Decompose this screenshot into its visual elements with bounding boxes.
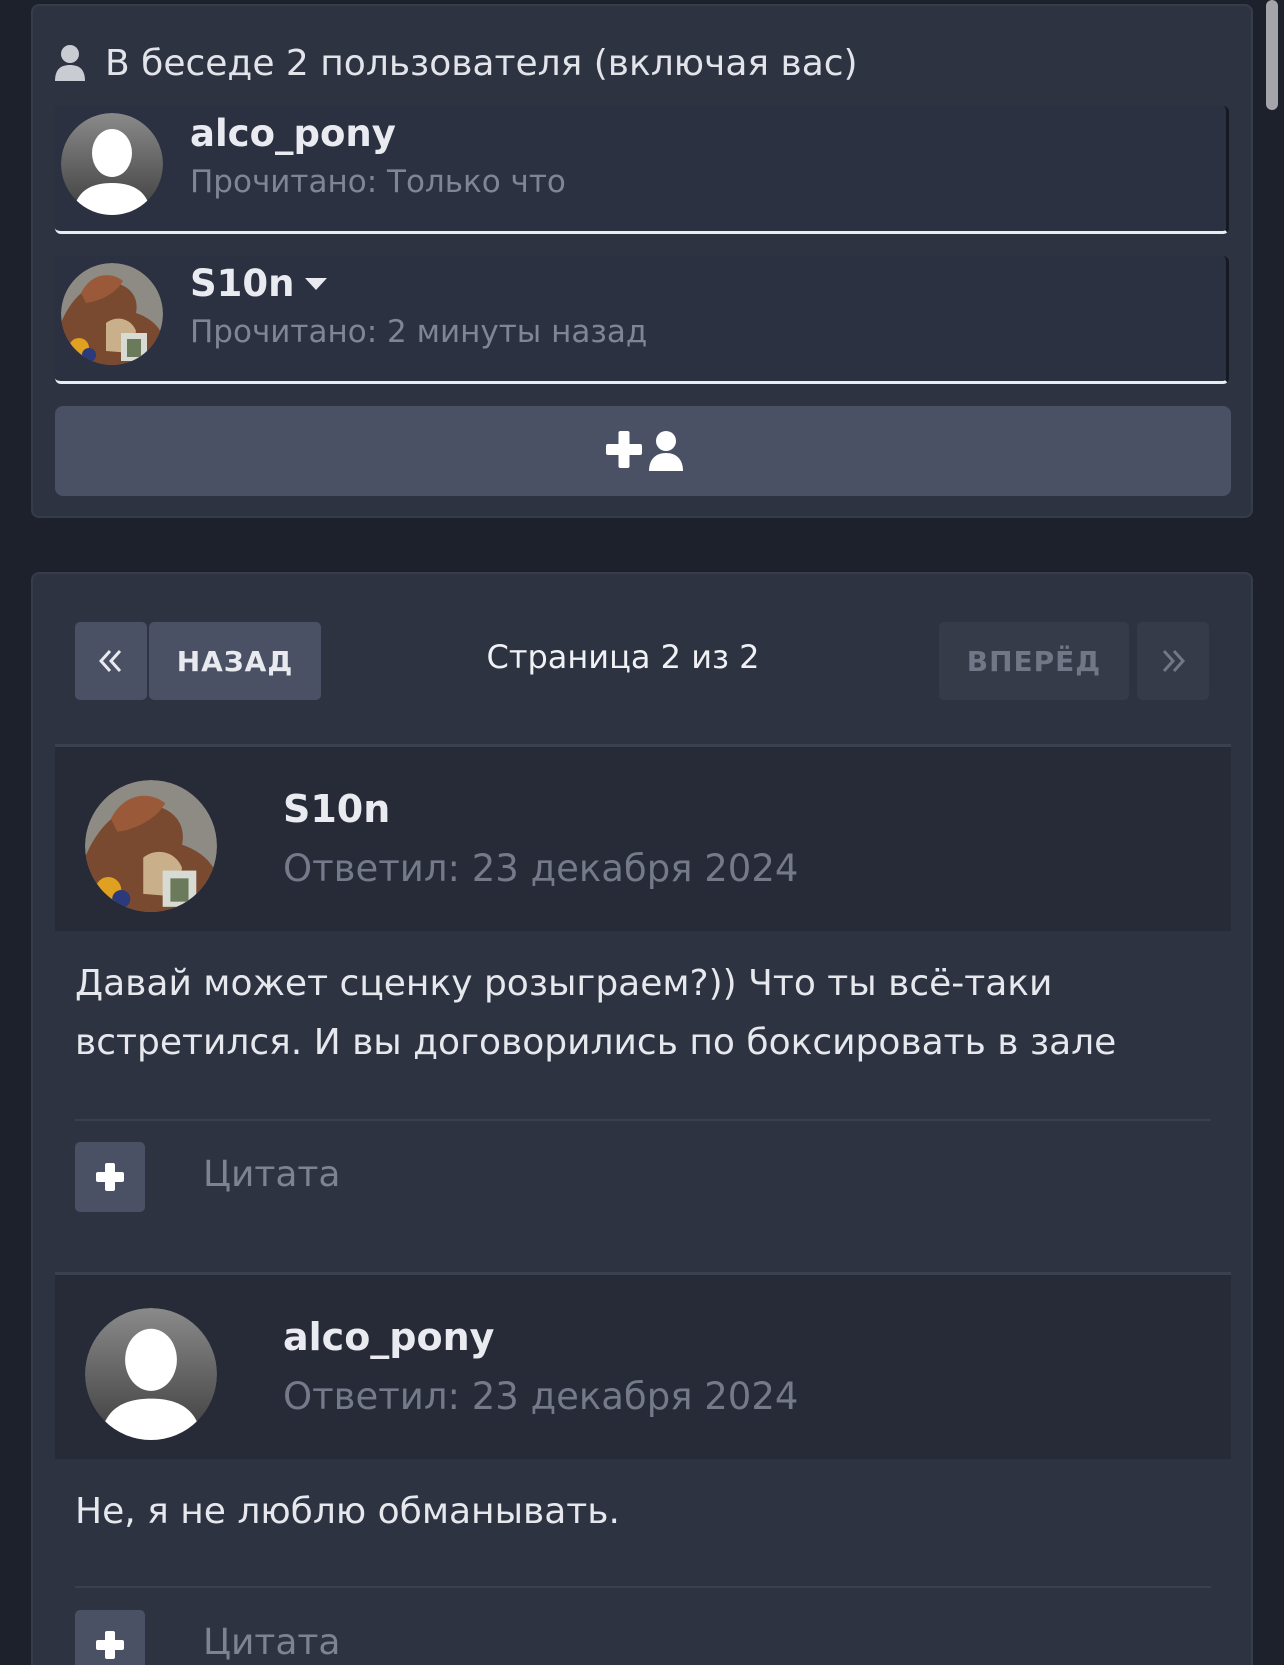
conversation-page: В беседе 2 пользователя (включая вас) al… bbox=[0, 0, 1284, 1665]
chevron-down-icon[interactable] bbox=[304, 277, 328, 291]
add-user-icon bbox=[606, 431, 683, 471]
quote-link[interactable]: Цитата bbox=[203, 1622, 340, 1663]
participant-name-link[interactable]: S10n bbox=[190, 262, 294, 305]
post-separator bbox=[75, 1586, 1211, 1588]
participant-name[interactable]: alco_pony bbox=[190, 112, 396, 155]
user-icon bbox=[55, 45, 85, 81]
post-author[interactable]: S10n bbox=[283, 787, 390, 831]
invite-participant-button[interactable] bbox=[55, 406, 1231, 496]
participants-header: В беседе 2 пользователя (включая вас) bbox=[53, 36, 858, 90]
page-indicator: Страница 2 из 2 bbox=[486, 638, 760, 676]
default-avatar-icon bbox=[85, 1308, 217, 1440]
avatar[interactable] bbox=[61, 263, 163, 365]
participant-name-link[interactable]: alco_pony bbox=[190, 112, 396, 155]
post-body: Давай может сценку розыграем?)) Что ты в… bbox=[75, 963, 1117, 1063]
scrollbar[interactable] bbox=[1266, 0, 1278, 110]
post-author[interactable]: alco_pony bbox=[283, 1315, 494, 1359]
double-chevron-right-icon bbox=[1162, 649, 1186, 673]
double-chevron-left-icon bbox=[98, 649, 122, 673]
plus-icon bbox=[96, 1631, 124, 1659]
last-page-button[interactable] bbox=[1137, 622, 1209, 700]
photo-avatar-image bbox=[85, 780, 217, 912]
quote-link[interactable]: Цитата bbox=[203, 1154, 340, 1195]
post-separator bbox=[75, 1119, 1211, 1121]
participant-name[interactable]: S10n bbox=[190, 262, 328, 305]
photo-avatar-image bbox=[61, 263, 163, 365]
next-page-button[interactable]: ВПЕРЁД bbox=[939, 622, 1129, 700]
multiquote-button[interactable] bbox=[75, 1610, 145, 1665]
avatar[interactable] bbox=[85, 1308, 217, 1440]
participant-read-status: Прочитано: 2 минуты назад bbox=[190, 314, 648, 350]
multiquote-button[interactable] bbox=[75, 1142, 145, 1212]
participant-read-status: Прочитано: Только что bbox=[190, 164, 566, 200]
participants-title: В беседе 2 пользователя (включая вас) bbox=[105, 42, 858, 84]
participant-row[interactable]: S10n Прочитано: 2 минуты назад bbox=[55, 256, 1229, 384]
avatar[interactable] bbox=[61, 113, 163, 215]
messages-panel: НАЗАД Страница 2 из 2 ВПЕРЁД S10n Ответи… bbox=[31, 572, 1253, 1665]
post-header: alco_pony Ответил: 23 декабря 2024 bbox=[55, 1275, 1231, 1459]
prev-page-button[interactable]: НАЗАД bbox=[149, 622, 321, 700]
post-header: S10n Ответил: 23 декабря 2024 bbox=[55, 747, 1231, 931]
post-date: Ответил: 23 декабря 2024 bbox=[283, 1375, 799, 1418]
post-body: Не, я не люблю обманывать. bbox=[75, 1491, 620, 1532]
avatar[interactable] bbox=[85, 780, 217, 912]
participant-row[interactable]: alco_pony Прочитано: Только что bbox=[55, 106, 1229, 234]
plus-icon bbox=[96, 1163, 124, 1191]
first-page-button[interactable] bbox=[75, 622, 147, 700]
default-avatar-icon bbox=[61, 113, 163, 215]
participants-panel: В беседе 2 пользователя (включая вас) al… bbox=[31, 4, 1253, 518]
post-date: Ответил: 23 декабря 2024 bbox=[283, 847, 799, 890]
